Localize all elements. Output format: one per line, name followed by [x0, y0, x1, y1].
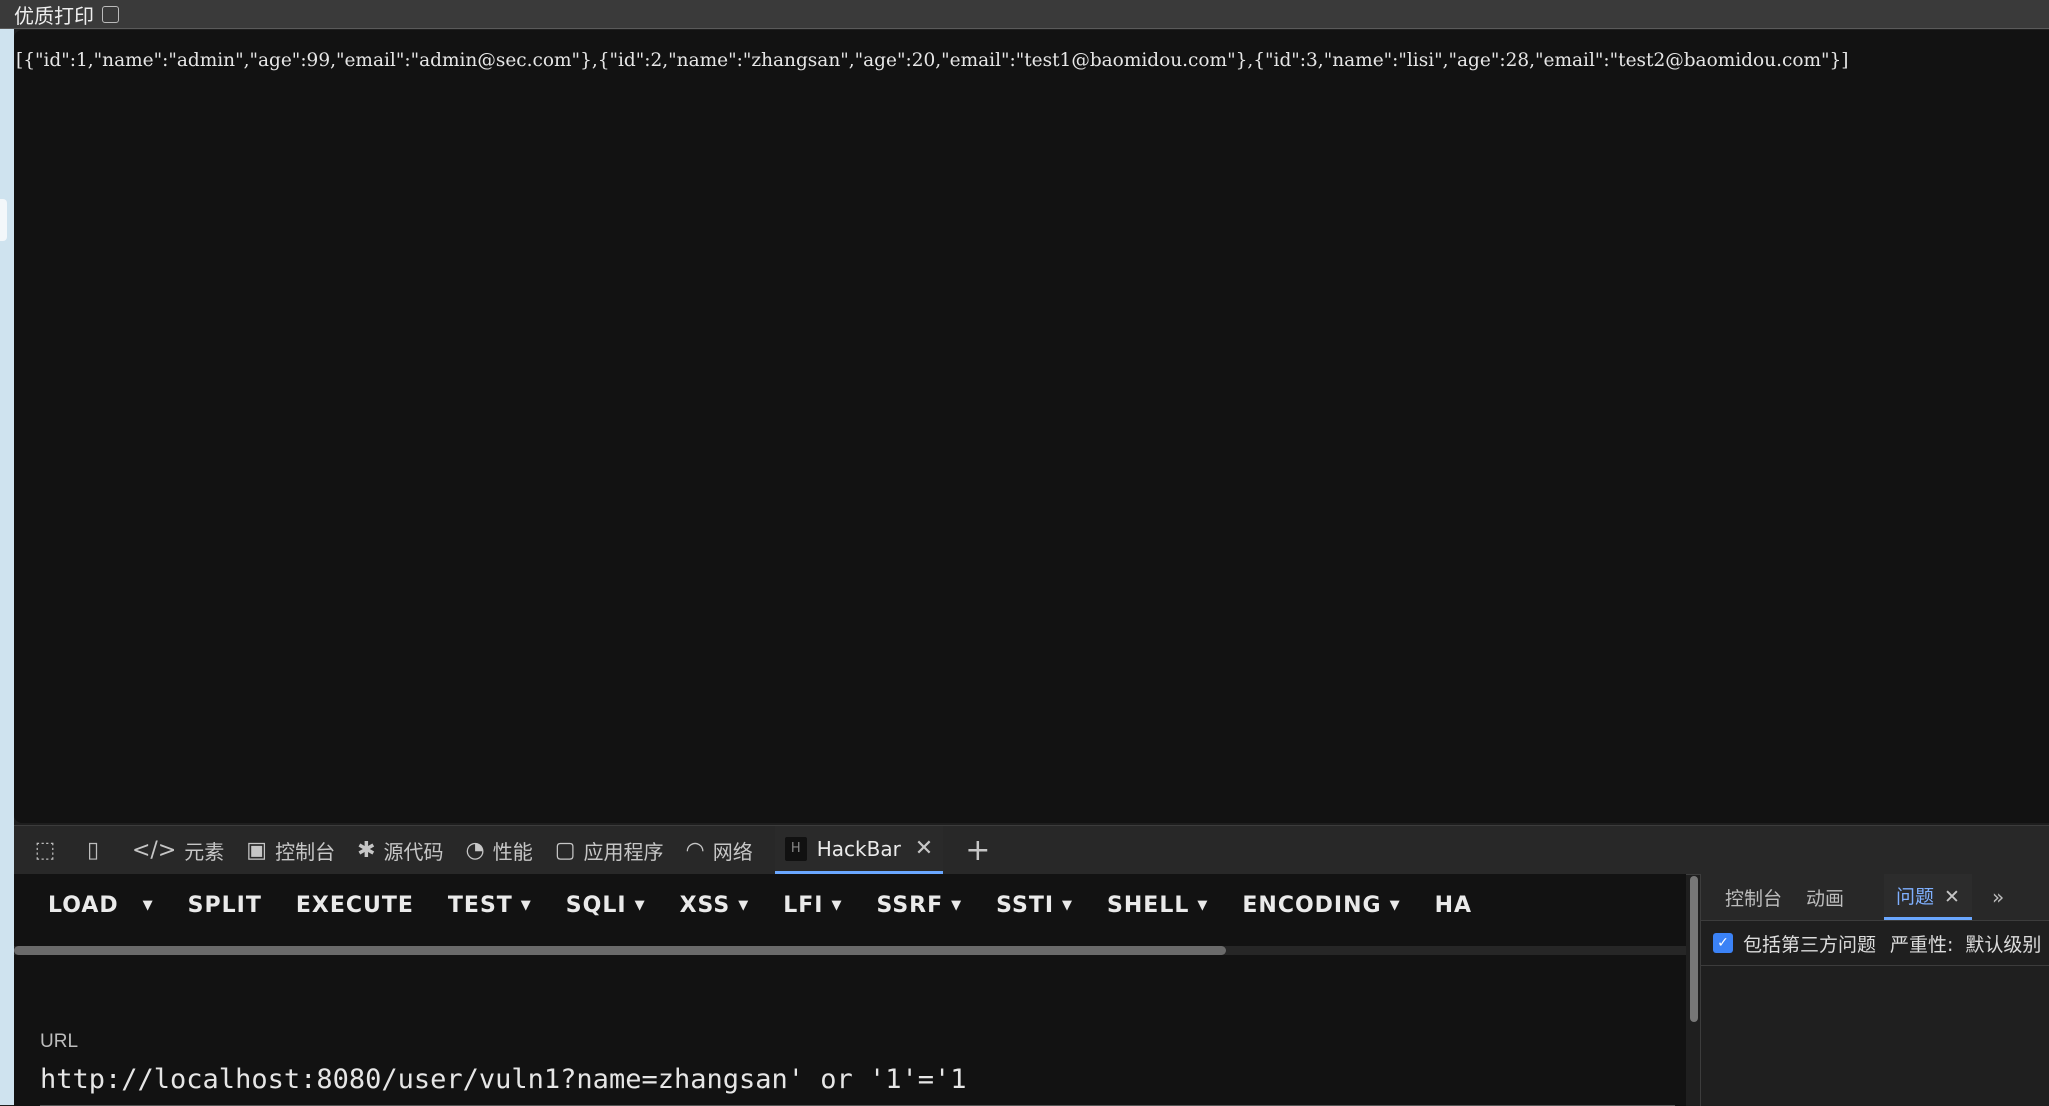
tab-hackbar[interactable]: H HackBar ✕	[774, 826, 944, 874]
sqli-menu[interactable]: SQLI ▼	[566, 893, 646, 918]
tab-network[interactable]: ◠ 网络	[686, 826, 753, 874]
drawer-tabbar: 控制台 动画 问题 ✕ »	[1701, 874, 2049, 921]
caret-down-icon: ▼	[634, 897, 646, 913]
execute-button[interactable]: EXECUTE	[296, 893, 414, 918]
load-dropdown-button[interactable]: ▼	[135, 898, 154, 913]
url-value: http://localhost:8080/user/vuln1?name=zh…	[40, 1064, 967, 1095]
console-icon: ▣	[246, 837, 268, 863]
print-checkbox[interactable]	[102, 5, 119, 23]
url-input[interactable]: http://localhost:8080/user/vuln1?name=zh…	[40, 1064, 1675, 1106]
ssrf-menu[interactable]: SSRF ▼	[876, 893, 962, 918]
devtools-panel: ⬚ ▯ </> 元素 ▣ 控制台 ✱ 源代码 ◔ 性能 ▢ 应用程序 ◠ 网络 …	[14, 825, 2049, 1106]
code-icon: </>	[132, 837, 177, 863]
print-options-bar: 优质打印	[0, 0, 2049, 29]
caret-down-icon: ▼	[738, 897, 750, 913]
third-party-checkbox[interactable]: ✓	[1713, 933, 1733, 953]
tab-label: 应用程序	[583, 839, 664, 864]
drawer-tab-issues[interactable]: 问题 ✕	[1884, 874, 1972, 920]
page-content: [{"id":1,"name":"admin","age":99,"email"…	[14, 30, 2049, 823]
lfi-menu[interactable]: LFI ▼	[783, 893, 842, 918]
side-handle[interactable]	[0, 199, 7, 241]
devtools-tabbar: ⬚ ▯ </> 元素 ▣ 控制台 ✱ 源代码 ◔ 性能 ▢ 应用程序 ◠ 网络 …	[14, 826, 2049, 875]
caret-down-icon: ▼	[1062, 897, 1074, 913]
bug-icon: ✱	[357, 837, 376, 863]
tab-performance[interactable]: ◔ 性能	[466, 826, 533, 874]
add-tab-icon[interactable]: +	[965, 833, 990, 868]
tab-label: 控制台	[275, 839, 336, 864]
tab-label: 网络	[712, 839, 753, 864]
shell-menu[interactable]: SHELL ▼	[1107, 893, 1208, 918]
caret-down-icon: ▼	[1389, 897, 1401, 913]
more-tabs-icon[interactable]: »	[1992, 885, 2004, 909]
load-button[interactable]: LOAD	[48, 893, 119, 918]
ssti-menu[interactable]: SSTI ▼	[996, 893, 1073, 918]
tab-application[interactable]: ▢ 应用程序	[555, 826, 664, 874]
drawer-tab-console[interactable]: 控制台	[1725, 884, 1782, 911]
tab-console[interactable]: ▣ 控制台	[246, 826, 335, 874]
json-response: [{"id":1,"name":"admin","age":99,"email"…	[16, 50, 1849, 71]
encoding-menu[interactable]: ENCODING ▼	[1242, 893, 1400, 918]
print-label: 优质打印	[14, 3, 94, 28]
left-edge-strip	[0, 29, 14, 1105]
url-label: URL	[40, 1031, 79, 1052]
caret-down-icon: ▼	[951, 897, 963, 913]
app-icon: ▢	[554, 837, 576, 863]
caret-down-icon: ▼	[831, 897, 843, 913]
caret-down-icon: ▼	[1197, 897, 1209, 913]
hackbar-vertical-scrollbar[interactable]	[1690, 876, 1698, 1022]
tab-label: 源代码	[383, 839, 444, 864]
severity-select[interactable]: 默认级别	[1965, 930, 2041, 957]
third-party-label: 包括第三方问题	[1743, 933, 1877, 956]
xss-menu[interactable]: XSS ▼	[680, 893, 750, 918]
tab-label: 性能	[492, 839, 533, 864]
split-button[interactable]: SPLIT	[188, 893, 262, 918]
close-icon[interactable]: ✕	[915, 836, 933, 861]
gauge-icon: ◔	[465, 837, 485, 863]
tab-label: HackBar	[816, 836, 901, 861]
hackbar-icon: H	[784, 836, 807, 861]
tab-sources[interactable]: ✱ 源代码	[357, 826, 443, 874]
inspect-icon[interactable]: ⬚	[28, 838, 62, 863]
close-icon[interactable]: ✕	[1944, 886, 1960, 908]
drawer-tab-animations[interactable]: 动画	[1806, 884, 1844, 911]
issues-filter-row: ✓ 包括第三方问题 严重性: 默认级别	[1701, 921, 2049, 966]
hackbar-panel: LOAD ▼ SPLIT EXECUTE TEST ▼ SQLI ▼ XSS ▼ LF…	[14, 874, 1686, 1106]
wifi-icon: ◠	[685, 837, 705, 863]
tab-elements[interactable]: </> 元素	[132, 826, 224, 874]
severity-label: 严重性:	[1890, 933, 1954, 956]
tab-label: 元素	[184, 839, 225, 864]
test-menu[interactable]: TEST ▼	[448, 893, 532, 918]
hackbar-menu: LOAD ▼ SPLIT EXECUTE TEST ▼ SQLI ▼ XSS ▼ LF…	[14, 874, 1686, 936]
caret-down-icon: ▼	[142, 897, 154, 913]
caret-down-icon: ▼	[520, 897, 532, 913]
menu-scrollbar[interactable]	[14, 946, 1226, 955]
hashing-menu[interactable]: HA	[1435, 893, 1472, 918]
device-toggle-icon[interactable]: ▯	[76, 838, 110, 863]
drawer-panel: 控制台 动画 问题 ✕ » ✓ 包括第三方问题 严重性: 默认级别	[1700, 874, 2049, 1106]
